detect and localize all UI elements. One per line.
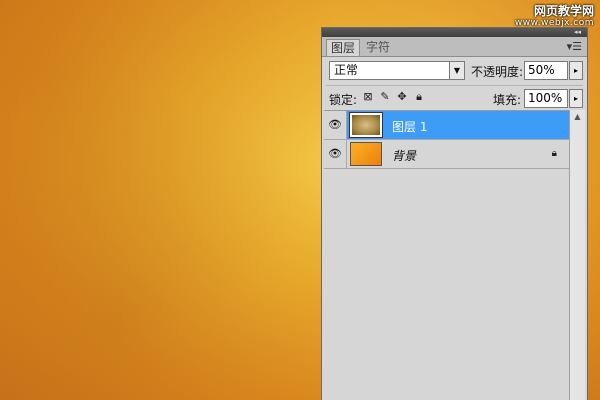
lock-transparent-icon[interactable]: ⊠ <box>362 91 374 103</box>
lock-move-icon[interactable]: ✥ <box>396 91 408 103</box>
fill-input[interactable]: 100% <box>524 89 568 108</box>
tab-layers[interactable]: 图层 <box>326 39 361 56</box>
opacity-slider-toggle[interactable]: ▸ <box>569 61 583 80</box>
watermark: 网页教学网 www.webjx.com <box>515 4 594 28</box>
layer-name[interactable]: 背景 <box>392 147 416 164</box>
blend-opacity-row: 正常 ▼ 不透明度: 50% ▸ <box>326 59 583 81</box>
layers-scrollbar[interactable]: ▲ <box>569 110 585 400</box>
opacity-label: 不透明度: <box>471 65 524 79</box>
panel-tabbar: 图层 字符 ▾☰ <box>322 37 587 57</box>
eye-icon[interactable]: 👁︎ <box>324 140 347 168</box>
layers-panel: ◂◂ 图层 字符 ▾☰ 正常 ▼ 不透明度: 50% ▸ 锁定: ⊠ ✎ ✥ 🔒… <box>321 27 588 400</box>
panel-menu-icon[interactable]: ▾☰ <box>567 40 582 53</box>
opacity-input[interactable]: 50% <box>524 61 568 80</box>
panel-titlebar[interactable]: ◂◂ <box>322 28 587 37</box>
lock-fill-row: 锁定: ⊠ ✎ ✥ 🔒︎ 填充: 100% ▸ <box>326 85 583 108</box>
fill-label: 填充: <box>493 93 522 107</box>
blend-mode-select[interactable]: 正常 ▼ <box>329 61 465 80</box>
layer-name[interactable]: 图层 1 <box>392 118 427 135</box>
layers-list: 👁︎ 图层 1 👁︎ 背景 🔒︎ <box>324 110 569 169</box>
layer-row[interactable]: 👁︎ 背景 🔒︎ <box>324 140 569 169</box>
tab-character[interactable]: 字符 <box>362 39 394 56</box>
watermark-site-cn: 网页教学网 <box>533 4 594 18</box>
fill-slider-toggle[interactable]: ▸ <box>569 89 583 108</box>
eye-icon[interactable]: 👁︎ <box>324 111 347 139</box>
scroll-up-icon[interactable]: ▲ <box>570 112 585 121</box>
layer-thumbnail[interactable] <box>349 112 383 138</box>
blend-mode-value: 正常 <box>334 63 359 77</box>
lock-label: 锁定: <box>329 93 358 107</box>
layer-row[interactable]: 👁︎ 图层 1 <box>324 111 569 140</box>
layer-thumbnail[interactable] <box>350 142 382 166</box>
lock-all-icon[interactable]: 🔒︎ <box>413 91 425 103</box>
chevron-down-icon[interactable]: ▼ <box>449 62 464 79</box>
lock-icon: 🔒︎ <box>551 148 557 159</box>
collapse-icon[interactable]: ◂◂ <box>574 28 581 37</box>
lock-paint-icon[interactable]: ✎ <box>379 91 391 103</box>
